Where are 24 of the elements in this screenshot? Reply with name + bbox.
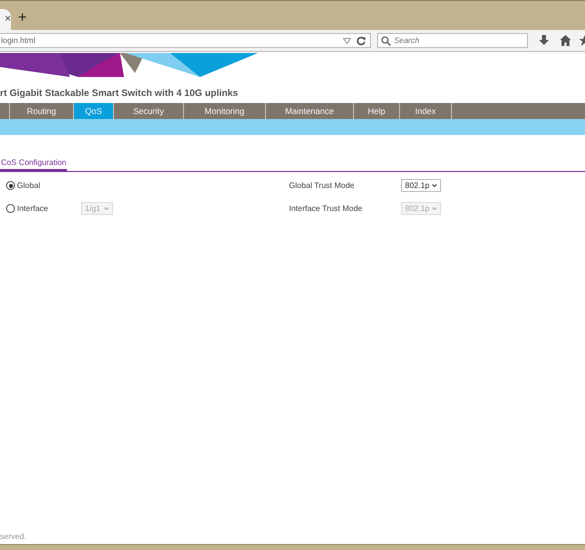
trust-mode-label: Interface Trust Mode	[289, 204, 364, 213]
radio-label: Global	[17, 181, 42, 190]
radio-label: Interface	[17, 204, 50, 213]
star-icon[interactable]	[579, 35, 585, 46]
dropdown-icon[interactable]	[343, 38, 352, 44]
close-icon[interactable]: ×	[4, 14, 11, 25]
radio-button[interactable]	[6, 181, 15, 190]
search-field[interactable]: Search	[377, 33, 528, 48]
download-icon[interactable]	[539, 35, 550, 46]
search-icon	[381, 36, 392, 46]
reload-icon[interactable]	[356, 36, 366, 46]
home-icon[interactable]	[560, 35, 571, 46]
copyright-text: served.	[0, 532, 28, 543]
nav-tab[interactable]: QoS	[74, 103, 114, 119]
trust-mode-select[interactable]: 802.1p	[401, 179, 442, 192]
caret-icon	[104, 207, 109, 210]
caret-icon	[432, 184, 438, 187]
new-tab-button[interactable]: +	[18, 9, 27, 26]
caret-icon	[432, 207, 438, 210]
product-title: rt Gigabit Stackable Smart Switch with 4 10G uplinks	[0, 88, 240, 101]
config-tab[interactable]: CoS Configuration	[0, 158, 68, 171]
browser-tab[interactable]: ×	[0, 9, 11, 30]
address-field[interactable]: login.html	[0, 33, 372, 48]
trust-mode-label: Global Trust Mode	[289, 181, 356, 190]
